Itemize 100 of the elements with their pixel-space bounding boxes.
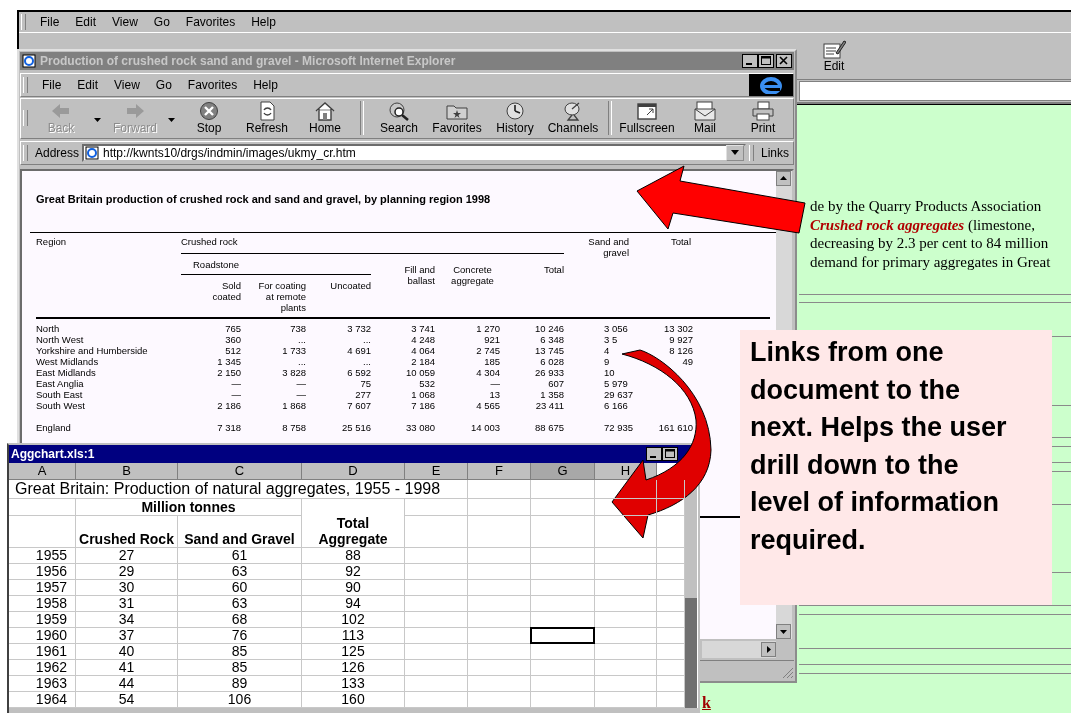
table-cell-text: 9 — [603, 355, 611, 367]
table-cell-text: South West — [36, 399, 86, 411]
dropdown-caret-icon — [167, 118, 175, 123]
table-cell-text: 5 979 — [603, 377, 629, 389]
table-cell-text: West Midlands — [36, 355, 100, 367]
table-cell-text: 4 304 — [475, 366, 500, 378]
toolbar-button[interactable]: Refresh — [238, 101, 296, 136]
menu-item[interactable]: Edit — [71, 77, 105, 92]
column-header: Uncoated — [329, 278, 371, 293]
toolbar-button[interactable]: Edit — [805, 39, 863, 73]
toolbar-button[interactable]: Home — [296, 101, 354, 136]
table-cell-text: 49 — [681, 355, 693, 367]
menu-item[interactable]: Help — [245, 15, 282, 29]
mail-icon — [693, 101, 717, 122]
column-header[interactable]: G — [531, 463, 595, 480]
table-cell-text: 23 411 — [534, 399, 564, 411]
column-header: Sand and gravel — [587, 234, 629, 260]
dropdown-arrow-icon — [731, 150, 739, 156]
page-icon — [22, 53, 36, 68]
menu-item[interactable]: Favorites — [181, 77, 244, 92]
table-cell-text: 1 270 — [475, 322, 500, 334]
table-cell-text: 9 927 — [668, 333, 693, 345]
toolbar-button[interactable]: Stop — [180, 101, 238, 136]
menu-item[interactable]: Favorites — [179, 15, 242, 29]
table-cell-text: 8 126 — [668, 344, 693, 356]
toolbar-button[interactable]: Fullscreen — [618, 101, 676, 136]
table-cell-text: 7 607 — [346, 399, 371, 411]
paragraph-text: decreasing by 2.3 per cent to 84 million — [810, 234, 1049, 254]
table-cell-text: 25 516 — [340, 421, 371, 433]
table-cell-text: 738 — [289, 322, 306, 334]
table-cell-text: 3 056 — [603, 322, 629, 334]
table-cell-text: 10 246 — [533, 322, 564, 334]
table-cell-text: 6 592 — [346, 366, 371, 378]
menu-item[interactable]: Help — [247, 77, 284, 92]
table-cell-text: 3 5 — [603, 333, 619, 345]
table-cell-text: 3 828 — [281, 366, 306, 378]
table-cell-text: ... — [362, 355, 371, 367]
column-header[interactable]: D — [302, 463, 405, 480]
menu-item[interactable]: File — [34, 15, 66, 29]
column-header: For coating at remote plants — [257, 278, 306, 315]
column-header[interactable]: C — [178, 463, 302, 480]
clock-icon — [503, 101, 527, 122]
table-cell-text: 88 675 — [533, 421, 564, 433]
active-cell[interactable] — [530, 627, 595, 644]
table-cell-text: — — [230, 377, 241, 389]
window-title: Production of crushed rock sand and gravel - Microsoft Internet Explorer — [40, 53, 456, 68]
minimize-button[interactable] — [646, 447, 662, 461]
search-icon — [387, 101, 411, 122]
column-header: Total — [542, 262, 564, 275]
table-cell-text: 4 248 — [410, 333, 435, 345]
menu-item[interactable]: Go — [149, 77, 178, 92]
house-icon — [313, 101, 337, 122]
column-header: Roadstone — [181, 253, 371, 275]
table-cell-text: 607 — [547, 377, 564, 389]
callout-text: Links from one document to the next. Helps the user drill down to the level of information required. — [750, 336, 1008, 557]
column-header: Crushed rock — [181, 232, 564, 254]
table-cell-text: 7 318 — [216, 421, 241, 433]
column-header[interactable]: A — [9, 463, 76, 480]
column-header[interactable]: F — [468, 463, 531, 480]
table-cell-text: — — [295, 377, 306, 389]
table-cell-text: 8 758 — [281, 421, 306, 433]
table-cell-text: ... — [362, 333, 371, 345]
table-cell-text: 1 733 — [281, 344, 306, 356]
table-cell-text: 4 565 — [475, 399, 500, 411]
link[interactable]: k — [702, 694, 711, 712]
menu-item[interactable]: View — [106, 15, 144, 29]
table-cell-text: North West — [36, 333, 85, 345]
scrollbar[interactable] — [685, 598, 697, 708]
toolbar-button[interactable]: Search — [370, 101, 428, 136]
toolbar-button[interactable]: Channels — [544, 101, 602, 136]
address-field[interactable]: http://kwnts10/drgs/indmin/images/ukmy_cr.htm — [82, 143, 746, 162]
table-cell-text: 512 — [224, 344, 241, 356]
toolbar-button[interactable]: Print — [734, 101, 792, 136]
table-heading: Great Britain production of crushed rock and sand and gravel, by planning region 1998 — [36, 192, 492, 205]
table-cell-text: 2 745 — [475, 344, 500, 356]
table-cell-text: — — [295, 388, 306, 400]
table-cell-text: ... — [297, 355, 306, 367]
dropdown-caret-icon — [93, 118, 101, 123]
menu-item[interactable]: File — [36, 77, 68, 92]
address-field[interactable] — [799, 81, 1071, 101]
menu-item[interactable]: Edit — [69, 15, 103, 29]
column-header[interactable]: B — [76, 463, 178, 480]
table-cell-text: England — [36, 421, 72, 433]
table-cell-text: 10 059 — [404, 366, 435, 378]
toolbar-button[interactable]: Mail — [676, 101, 734, 136]
menu-item[interactable]: Go — [147, 15, 176, 29]
table-cell-text: 921 — [483, 333, 500, 345]
toolbar-button[interactable]: History — [486, 101, 544, 136]
column-header: Concrete aggregate — [450, 262, 495, 288]
links-button[interactable]: Links — [761, 145, 793, 160]
paragraph-text: demand for primary aggregates in Great — [810, 253, 1051, 272]
toolbar-button[interactable]: Favorites — [428, 101, 486, 136]
table-cell-text: 4 — [603, 344, 611, 356]
menu-item[interactable]: View — [108, 77, 146, 92]
column-header[interactable]: E — [405, 463, 468, 480]
table-cell-text: Yorkshire and Humberside — [36, 344, 149, 356]
paragraph-text: Crushed rock aggregates (limestone, — [810, 215, 1035, 235]
table-cell-text: 3 741 — [410, 322, 435, 334]
table-cell-text: 6 166 — [603, 399, 629, 411]
maximize-button[interactable] — [662, 447, 678, 461]
